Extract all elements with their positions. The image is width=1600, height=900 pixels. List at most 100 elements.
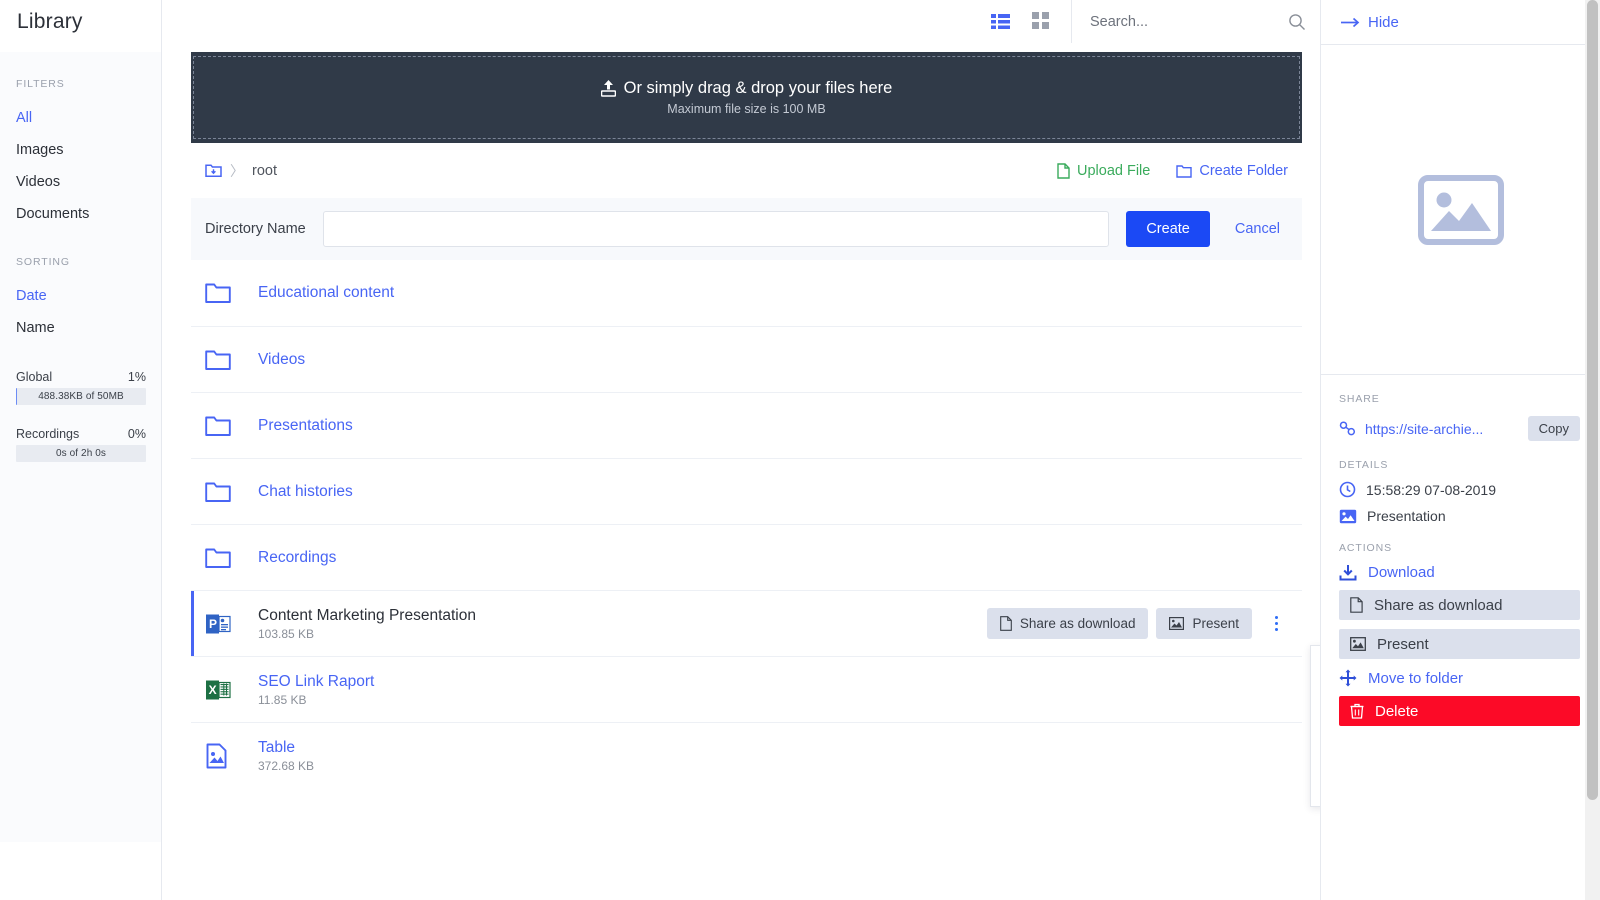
list-item[interactable]: Videos bbox=[191, 326, 1302, 392]
left-sidebar: Library FILTERS All Images Videos Docume… bbox=[0, 0, 162, 900]
quota-recordings: Recordings 0% 0s of 2h 0s bbox=[0, 427, 162, 462]
list-item-name[interactable]: Table bbox=[258, 738, 1288, 758]
create-folder-button[interactable]: Create Folder bbox=[1176, 163, 1288, 179]
list-item-name[interactable]: Content Marketing Presentation bbox=[258, 606, 987, 626]
quota-recordings-name: Recordings bbox=[16, 427, 79, 441]
folder-icon bbox=[205, 547, 239, 569]
svg-text:P: P bbox=[209, 617, 217, 631]
folder-plus-icon bbox=[1176, 164, 1192, 178]
folder-icon bbox=[205, 415, 239, 437]
present-action-label: Present bbox=[1377, 636, 1429, 653]
menu-item-delete[interactable]: Delete bbox=[1311, 762, 1320, 798]
share-as-download-action-label: Share as download bbox=[1374, 597, 1502, 614]
sidebar-sort-name[interactable]: Name bbox=[0, 312, 162, 344]
kebab-dot bbox=[1275, 628, 1278, 631]
cancel-button[interactable]: Cancel bbox=[1227, 221, 1288, 237]
list-view-icon[interactable] bbox=[991, 12, 1010, 31]
move-to-folder-label: Move to folder bbox=[1368, 670, 1463, 687]
breadcrumb-path[interactable]: root bbox=[252, 163, 277, 179]
list-item-name[interactable]: Chat histories bbox=[258, 482, 1288, 502]
list-item[interactable]: Presentations bbox=[191, 392, 1302, 458]
picture-icon bbox=[1339, 509, 1357, 524]
list-item-name[interactable]: Recordings bbox=[258, 548, 1288, 568]
list-item[interactable]: Recordings bbox=[191, 524, 1302, 590]
download-action[interactable]: Download bbox=[1339, 564, 1580, 581]
quota-recordings-percent: 0% bbox=[128, 427, 146, 441]
picture-icon bbox=[1169, 617, 1184, 630]
image-file-icon bbox=[205, 743, 239, 769]
list-item-body: Recordings bbox=[239, 548, 1288, 568]
share-as-download-label: Share as download bbox=[1020, 616, 1136, 631]
create-folder-label: Create Folder bbox=[1199, 163, 1288, 179]
folder-up-icon[interactable] bbox=[205, 163, 222, 178]
menu-item-details[interactable]: Details bbox=[1311, 654, 1320, 690]
image-placeholder-icon bbox=[1418, 175, 1504, 245]
sidebar-item-all[interactable]: All bbox=[0, 102, 162, 134]
quota-global: Global 1% 488.38KB of 50MB bbox=[0, 370, 162, 405]
present-button[interactable]: Present bbox=[1156, 608, 1252, 639]
download-label: Download bbox=[1368, 564, 1435, 581]
sidebar-panel: FILTERS All Images Videos Documents SORT… bbox=[0, 52, 162, 842]
quota-global-name: Global bbox=[16, 370, 52, 384]
hide-panel-label: Hide bbox=[1368, 14, 1399, 31]
create-button[interactable]: Create bbox=[1126, 211, 1210, 247]
hide-panel-button[interactable]: Hide bbox=[1341, 14, 1399, 31]
search-input[interactable] bbox=[1090, 14, 1270, 30]
sidebar-item-videos[interactable]: Videos bbox=[0, 166, 162, 198]
list-item-name[interactable]: SEO Link Raport bbox=[258, 672, 1288, 692]
kebab-menu-icon[interactable] bbox=[1264, 609, 1288, 639]
sidebar-bottom-spacer bbox=[0, 842, 162, 900]
file-upload-icon bbox=[1057, 163, 1070, 179]
delete-label: Delete bbox=[1375, 703, 1418, 720]
breadcrumb-bar: 〉 root Upload File bbox=[191, 143, 1302, 198]
copy-link-button[interactable]: Copy bbox=[1528, 416, 1580, 441]
list-item-body: Table 372.68 KB bbox=[239, 738, 1288, 773]
list-item-body: Educational content bbox=[239, 283, 1288, 303]
sidebar-item-images[interactable]: Images bbox=[0, 134, 162, 166]
sidebar-sort-date[interactable]: Date bbox=[0, 280, 162, 312]
list-item-name[interactable]: Educational content bbox=[258, 283, 1288, 303]
upload-file-button[interactable]: Upload File bbox=[1057, 163, 1150, 179]
list-item[interactable]: Educational content bbox=[191, 260, 1302, 326]
breadcrumb-actions: Upload File Create Folder bbox=[1057, 163, 1288, 179]
detail-type: Presentation bbox=[1339, 508, 1580, 524]
detail-timestamp: 15:58:29 07-08-2019 bbox=[1339, 481, 1580, 498]
create-directory-form: Directory Name Create Cancel bbox=[191, 198, 1302, 260]
move-to-folder-action[interactable]: Move to folder bbox=[1339, 669, 1580, 687]
details-panel-body: SHARE https://site-archie... Copy DETAIL… bbox=[1321, 375, 1600, 726]
clock-icon bbox=[1339, 481, 1356, 498]
share-as-download-action[interactable]: Share as download bbox=[1339, 590, 1580, 620]
quota-recordings-header: Recordings 0% bbox=[16, 427, 146, 441]
details-panel-header: Hide bbox=[1321, 0, 1600, 45]
share-link[interactable]: https://site-archie... bbox=[1365, 421, 1519, 437]
list-item[interactable]: Chat histories bbox=[191, 458, 1302, 524]
file-dropzone[interactable]: Or simply drag & drop your files here Ma… bbox=[191, 52, 1302, 143]
detail-type-text: Presentation bbox=[1367, 508, 1446, 524]
share-as-download-button[interactable]: Share as download bbox=[987, 608, 1149, 639]
share-row: https://site-archie... Copy bbox=[1339, 416, 1580, 441]
list-item[interactable]: X SEO Link Raport bbox=[191, 656, 1302, 722]
page-scrollbar[interactable] bbox=[1585, 0, 1600, 900]
list-item-selected[interactable]: P Content Marketing Presentation 103.85 … bbox=[191, 590, 1302, 656]
sidebar-item-documents[interactable]: Documents bbox=[0, 198, 162, 230]
search-icon[interactable] bbox=[1288, 13, 1306, 31]
page-title: Library bbox=[17, 10, 83, 34]
scrollbar-thumb[interactable] bbox=[1587, 0, 1598, 800]
delete-action[interactable]: Delete bbox=[1339, 696, 1580, 726]
quota-recordings-bar: 0s of 2h 0s bbox=[16, 445, 146, 462]
link-icon bbox=[1339, 421, 1356, 436]
list-item-name[interactable]: Presentations bbox=[258, 416, 1288, 436]
menu-item-rename[interactable]: Rename bbox=[1311, 690, 1320, 726]
share-heading: SHARE bbox=[1339, 393, 1580, 405]
list-item-body: Content Marketing Presentation 103.85 KB bbox=[239, 606, 987, 641]
app-brand: Library bbox=[0, 0, 162, 43]
dropzone-primary-line: Or simply drag & drop your files here bbox=[601, 79, 893, 98]
directory-name-input[interactable] bbox=[323, 211, 1110, 247]
list-item[interactable]: Table 372.68 KB bbox=[191, 722, 1302, 788]
menu-item-move[interactable]: Move bbox=[1311, 726, 1320, 762]
present-action[interactable]: Present bbox=[1339, 629, 1580, 659]
grid-view-icon[interactable] bbox=[1032, 12, 1051, 31]
list-item-name[interactable]: Videos bbox=[258, 350, 1288, 370]
top-toolbar bbox=[162, 0, 1320, 43]
list-item-size: 103.85 KB bbox=[258, 627, 987, 641]
